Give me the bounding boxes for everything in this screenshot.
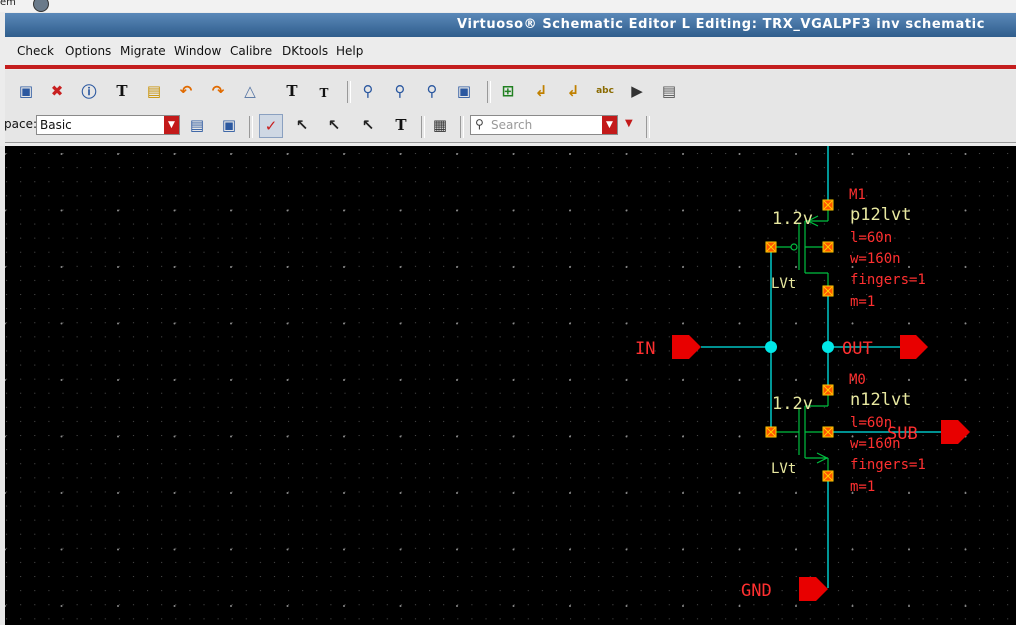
in-pin-label: IN xyxy=(635,339,655,359)
nmos-length: l=60n xyxy=(850,415,892,431)
nmos-width: w=160n xyxy=(850,436,901,452)
chevron-down-icon[interactable]: ▼ xyxy=(164,116,179,134)
fit-icon[interactable]: ▣ xyxy=(15,80,37,102)
workspace-manage-icon[interactable]: ▣ xyxy=(218,114,240,136)
menu-migrate[interactable]: Migrate xyxy=(120,44,166,58)
edit-properties-icon[interactable]: ▦ xyxy=(429,114,451,136)
nmos-multiplier: m=1 xyxy=(850,479,875,495)
add-wire-narrow-icon[interactable]: ↲ xyxy=(562,80,584,102)
nmos-voltage: 1.2v xyxy=(772,394,813,414)
schematic-canvas[interactable]: IN OUT SUB GND M1 p12lvt l=60n w=160n fi… xyxy=(5,146,1016,625)
window-list-icon[interactable]: ▤ xyxy=(186,114,208,136)
select-text-icon[interactable]: T xyxy=(390,114,412,136)
pmos-fingers: fingers=1 xyxy=(850,272,926,288)
menu-divider xyxy=(5,65,1016,69)
toolbar-separator xyxy=(421,116,425,138)
note-icon[interactable]: ▤ xyxy=(143,80,165,102)
pmos-cell-name: p12lvt xyxy=(850,205,911,225)
app-logo-icon xyxy=(33,0,49,12)
workspace-select[interactable]: Basic ▼ xyxy=(36,115,180,135)
search-icon: ⚲ xyxy=(475,117,484,131)
window-title: Virtuoso® Schematic Editor L Editing: TR… xyxy=(457,17,985,32)
menu-check[interactable]: Check xyxy=(17,44,54,58)
menu-help[interactable]: Help xyxy=(336,44,363,58)
search-field[interactable]: Search ⚲ ▼ xyxy=(470,115,618,135)
select-pointer-icon[interactable]: ↖ xyxy=(323,114,345,136)
menu-window[interactable]: Window xyxy=(174,44,221,58)
select-area-icon[interactable]: ↖ xyxy=(291,114,313,136)
schematic-drawing: IN OUT SUB GND M1 p12lvt l=60n w=160n fi… xyxy=(5,146,1016,625)
nmos-vt: LVt xyxy=(771,461,796,477)
toolbar-separator xyxy=(460,116,464,138)
pmos-length: l=60n xyxy=(850,230,892,246)
pmos-multiplier: m=1 xyxy=(850,294,875,310)
text-edit-icon[interactable]: T xyxy=(111,80,133,102)
undo-icon[interactable]: ↶ xyxy=(175,80,197,102)
menu-bar: Check Options Migrate Window Calibre DKt… xyxy=(5,37,1016,65)
workspace-label: pace: xyxy=(4,117,37,131)
add-pin-icon[interactable]: ▶ xyxy=(626,80,648,102)
nmos-instance-name: M0 xyxy=(849,372,866,388)
select-object-icon[interactable]: ↖ xyxy=(357,114,379,136)
property-icon[interactable]: ▤ xyxy=(658,80,680,102)
gate-junction-dot xyxy=(765,341,777,353)
pmos-width: w=160n xyxy=(850,251,901,267)
pmos-instance-name: M1 xyxy=(849,187,866,203)
nmos-fingers: fingers=1 xyxy=(850,457,926,473)
info-icon[interactable]: ⓘ xyxy=(78,80,100,102)
secondary-toolbar: pace: Basic ▼ ▤ ▣ ✓ ↖ ↖ ↖ T ▦ Search ⚲ ▼… xyxy=(4,112,1016,143)
top-strip-text: em xyxy=(0,0,16,8)
zoom-out-icon[interactable]: ⚲ xyxy=(389,80,411,102)
menu-options[interactable]: Options xyxy=(65,44,111,58)
workspace-value: Basic xyxy=(40,118,72,132)
search-input[interactable]: Search xyxy=(491,118,532,132)
menu-dktools[interactable]: DKtools xyxy=(282,44,328,58)
toolbar-separator xyxy=(249,116,253,138)
add-wire-icon[interactable]: ↲ xyxy=(530,80,552,102)
zoom-fit-icon[interactable]: ⚲ xyxy=(421,80,443,102)
toolbar-separator xyxy=(646,116,650,138)
out-pin-label: OUT xyxy=(842,339,873,359)
gnd-pin-label: GND xyxy=(741,581,772,601)
toolbar-separator xyxy=(347,81,351,103)
chevron-down-icon[interactable]: ▼ xyxy=(602,116,617,134)
drain-junction-dot xyxy=(822,341,834,353)
stretch-icon[interactable]: △ xyxy=(239,80,261,102)
main-toolbar: ▣ ✖ ⓘ T ▤ ↶ ↷ △ T T ⚲ ⚲ ⚲ ▣ ⊞ ↲ ↲ abc ▶ … xyxy=(5,70,1016,112)
zoom-in-icon[interactable]: ⚲ xyxy=(357,80,379,102)
text-bigger-icon[interactable]: T xyxy=(281,80,303,102)
zoom-area-icon[interactable]: ▣ xyxy=(453,80,475,102)
redo-icon[interactable]: ↷ xyxy=(207,80,229,102)
menu-calibre[interactable]: Calibre xyxy=(230,44,272,58)
pmos-vt: LVt xyxy=(771,276,796,292)
delete-icon[interactable]: ✖ xyxy=(46,80,68,102)
text-smaller-icon[interactable]: T xyxy=(313,82,335,104)
toolbar-separator xyxy=(487,81,491,103)
add-label-icon[interactable]: abc xyxy=(594,80,616,102)
title-bar: Virtuoso® Schematic Editor L Editing: TR… xyxy=(5,13,1016,37)
selection-filter-icon[interactable]: ✓ xyxy=(259,114,283,138)
add-instance-icon[interactable]: ⊞ xyxy=(497,80,519,102)
nmos-cell-name: n12lvt xyxy=(850,390,911,410)
top-strip: em xyxy=(0,0,1016,12)
search-options-icon[interactable]: ▼ xyxy=(625,118,633,129)
pmos-voltage: 1.2v xyxy=(772,209,813,229)
